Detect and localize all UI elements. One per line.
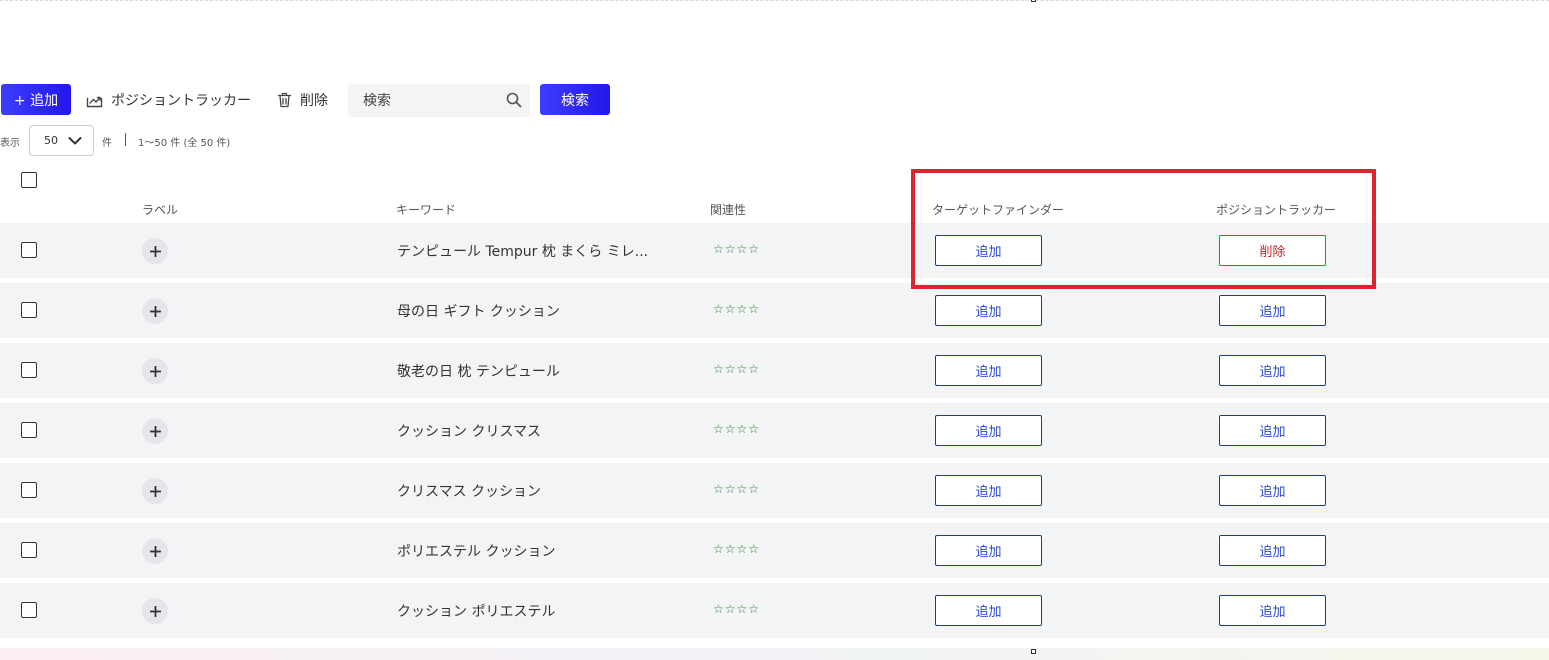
keyword-text: クッション ポリエステル: [397, 604, 556, 620]
record-count: 1～50 件 (全 50 件): [138, 138, 231, 149]
top-border: [0, 0, 1549, 1]
plus-icon: [149, 425, 161, 437]
add-label-button[interactable]: [142, 238, 168, 264]
delete-label: 削除: [300, 93, 328, 109]
table-row: クッション クリスマス ☆☆☆☆ 追加 追加: [0, 403, 1549, 458]
row-checkbox[interactable]: [21, 422, 37, 438]
row-checkbox[interactable]: [21, 602, 37, 618]
target-finder-add-button[interactable]: 追加: [935, 475, 1042, 506]
position-tracker-button[interactable]: ポジショントラッカー: [86, 90, 251, 110]
per-page-value: 50: [44, 134, 58, 147]
position-tracker-add-button[interactable]: 追加: [1219, 295, 1326, 326]
target-finder-add-button[interactable]: 追加: [935, 295, 1042, 326]
add-label-button[interactable]: [142, 478, 168, 504]
add-label-button[interactable]: [142, 598, 168, 624]
row-checkbox[interactable]: [21, 542, 37, 558]
trash-icon: [277, 92, 292, 108]
table-row: 敬老の日 枕 テンピュール ☆☆☆☆ 追加 追加: [0, 343, 1549, 398]
position-tracker-add-button[interactable]: 追加: [1219, 355, 1326, 386]
relevance-stars: ☆☆☆☆: [713, 242, 761, 256]
resize-handle-top[interactable]: [1031, 0, 1036, 2]
chevron-down-icon: [68, 137, 82, 145]
search-icon[interactable]: [506, 92, 522, 108]
delete-button[interactable]: 削除: [277, 90, 328, 110]
column-header-position-tracker: ポジショントラッカー: [1216, 203, 1337, 217]
column-header-relevance: 関連性: [710, 203, 747, 217]
select-all-checkbox[interactable]: [21, 172, 37, 188]
target-finder-add-button[interactable]: 追加: [935, 535, 1042, 566]
position-tracker-add-button[interactable]: 追加: [1219, 415, 1326, 446]
search-input[interactable]: [361, 91, 505, 110]
target-finder-add-button[interactable]: 追加: [935, 415, 1042, 446]
plus-icon: [149, 365, 161, 377]
table-row: 母の日 ギフト クッション ☆☆☆☆ 追加 追加: [0, 283, 1549, 338]
position-tracker-add-button[interactable]: 追加: [1219, 595, 1326, 626]
target-finder-add-button[interactable]: 追加: [935, 355, 1042, 386]
add-button[interactable]: + 追加: [1, 84, 71, 115]
keyword-text: 敬老の日 枕 テンピュール: [397, 364, 560, 380]
relevance-stars: ☆☆☆☆: [713, 482, 761, 496]
add-label-button[interactable]: [142, 358, 168, 384]
row-checkbox[interactable]: [21, 362, 37, 378]
per-page-select[interactable]: 50: [29, 125, 94, 156]
add-label-button[interactable]: [142, 418, 168, 444]
chart-arrow-icon: [86, 96, 103, 107]
plus-icon: [149, 605, 161, 617]
position-tracker-add-button[interactable]: 追加: [1219, 535, 1326, 566]
search-box: [348, 84, 530, 117]
keyword-text: クリスマス クッション: [397, 484, 542, 500]
column-header-keyword: キーワード: [396, 203, 457, 217]
column-header-label: ラベル: [142, 203, 179, 217]
column-header-target-finder: ターゲットファインダー: [932, 203, 1065, 217]
plus-icon: [149, 545, 161, 557]
table-row: ポリエステル クッション ☆☆☆☆ 追加 追加: [0, 523, 1549, 578]
position-tracker-add-button[interactable]: 追加: [1219, 475, 1326, 506]
keyword-text: 母の日 ギフト クッション: [397, 304, 560, 320]
plus-icon: [149, 245, 161, 257]
position-tracker-label: ポジショントラッカー: [111, 93, 251, 109]
relevance-stars: ☆☆☆☆: [713, 542, 761, 556]
add-label-button[interactable]: [142, 538, 168, 564]
target-finder-add-button[interactable]: 追加: [935, 595, 1042, 626]
unit-label: 件: [102, 138, 112, 149]
row-checkbox[interactable]: [21, 302, 37, 318]
display-label: 表示: [0, 138, 20, 149]
add-label-button[interactable]: [142, 298, 168, 324]
table-row: テンピュール Tempur 枕 まくら ミレ... ☆☆☆☆ 追加 削除: [0, 223, 1549, 278]
keyword-text: クッション クリスマス: [397, 424, 542, 440]
table-row: クリスマス クッション ☆☆☆☆ 追加 追加: [0, 463, 1549, 518]
row-checkbox[interactable]: [21, 242, 37, 258]
resize-handle-bottom[interactable]: [1031, 649, 1036, 654]
keyword-text: テンピュール Tempur 枕 まくら ミレ...: [397, 244, 649, 260]
plus-icon: [149, 305, 161, 317]
relevance-stars: ☆☆☆☆: [713, 602, 761, 616]
search-button[interactable]: 検索: [540, 84, 610, 115]
row-checkbox[interactable]: [21, 482, 37, 498]
target-finder-add-button[interactable]: 追加: [935, 235, 1042, 266]
relevance-stars: ☆☆☆☆: [713, 302, 761, 316]
bottom-strip: [0, 648, 1549, 660]
relevance-stars: ☆☆☆☆: [713, 362, 761, 376]
relevance-stars: ☆☆☆☆: [713, 422, 761, 436]
plus-icon: [149, 485, 161, 497]
pagination-separator: [125, 133, 126, 146]
keyword-text: ポリエステル クッション: [397, 544, 556, 560]
table-row: クッション ポリエステル ☆☆☆☆ 追加 追加: [0, 583, 1549, 638]
position-tracker-delete-button[interactable]: 削除: [1219, 235, 1326, 266]
